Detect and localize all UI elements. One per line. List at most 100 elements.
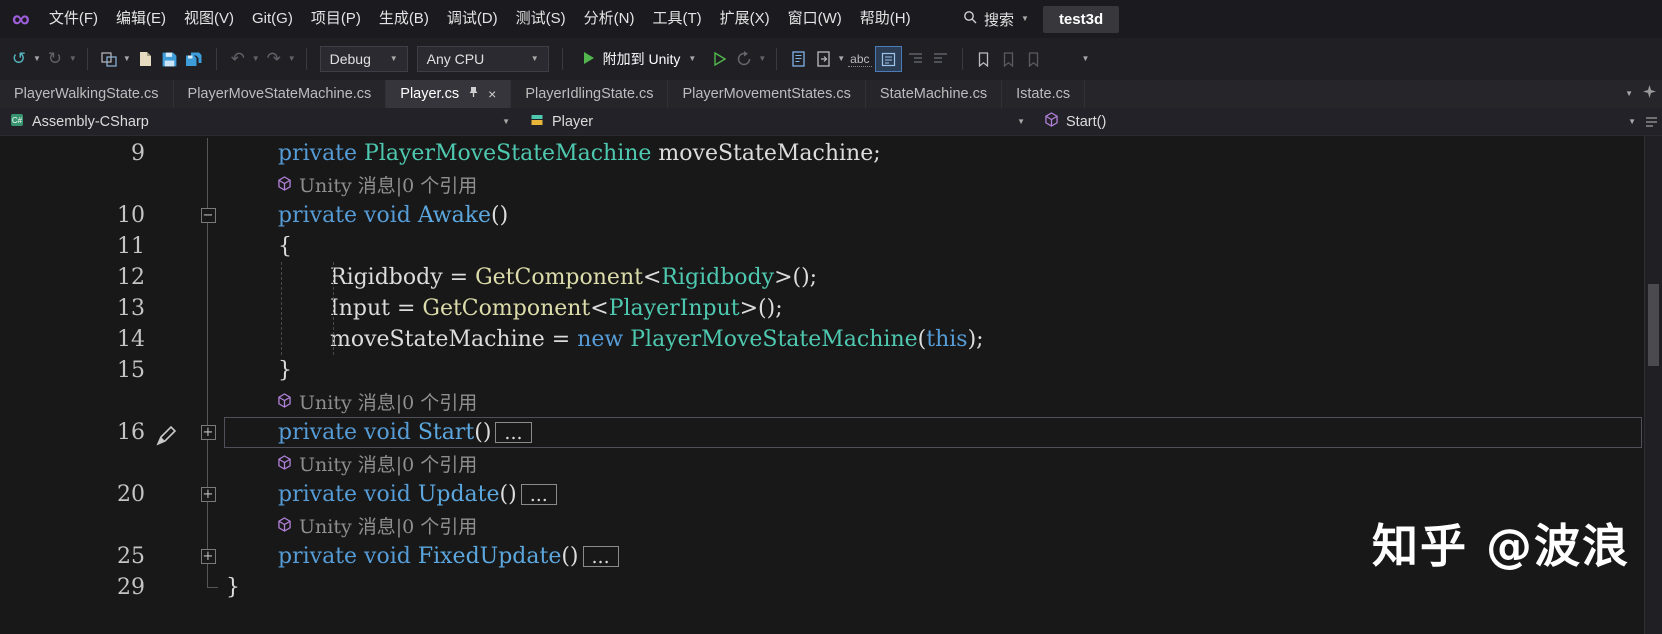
document-list-chevron-icon[interactable]: ▼ [1625, 90, 1633, 98]
sync-with-active-document-icon[interactable] [812, 51, 834, 67]
token: ); [967, 327, 984, 352]
expand-button[interactable]: + [200, 549, 216, 564]
abc-icon[interactable]: abc [848, 52, 872, 67]
toggle-whitespace-button[interactable] [874, 46, 902, 72]
collapsed-region[interactable]: ... [582, 546, 619, 567]
tab-playerwalkingstate-cs[interactable]: PlayerWalkingState.cs [0, 80, 174, 108]
undo-icon[interactable]: ↶ [227, 49, 249, 69]
solution-name-button[interactable]: test3d [1042, 5, 1120, 33]
code-row: 9 private PlayerMoveStateMachine moveStat… [0, 138, 1644, 169]
chevron-down-icon: ▼ [1628, 116, 1636, 126]
csharp-project-icon: C# [10, 113, 24, 131]
member-dropdown[interactable]: Start() ▼ [1035, 108, 1662, 135]
navigation-bar: C# Assembly-CSharp ▼ Player ▼ Start() ▼ [0, 108, 1662, 136]
code-row: 12 Rigidbody = GetComponent < Rigidbody >(); [0, 262, 1644, 293]
save-icon[interactable] [159, 51, 181, 68]
search-box[interactable]: 搜索 ▼ [963, 9, 1029, 30]
menu-item[interactable]: 生成(B) [370, 0, 438, 38]
codelens-label[interactable]: Unity 消息|0 个引用 [299, 512, 477, 539]
token: Start [417, 420, 475, 445]
tab-playermovementstates-cs[interactable]: PlayerMovementStates.cs [668, 80, 866, 108]
vertical-scrollbar[interactable] [1644, 136, 1662, 634]
expand-button[interactable]: + [200, 425, 216, 440]
platform-dropdown[interactable]: Any CPU ▼ [416, 46, 549, 72]
menu-item[interactable]: 文件(F) [40, 0, 107, 38]
redo-icon[interactable]: ↷ [263, 49, 285, 69]
menu-items: 文件(F) 编辑(E) 视图(V) Git(G) 项目(P) 生成(B) 调试(D) 测试(S… [40, 0, 920, 38]
type-dropdown[interactable]: Player ▼ [520, 108, 1035, 135]
tab-player-cs[interactable]: Player.cs × [386, 80, 512, 108]
menu-item[interactable]: Git(G) [243, 0, 302, 38]
menu-item[interactable]: 工具(T) [643, 0, 710, 38]
line-number: 16 [0, 420, 190, 446]
collapsed-region[interactable]: ... [495, 422, 532, 443]
save-all-icon[interactable] [184, 51, 206, 68]
close-icon[interactable]: × [488, 87, 496, 101]
token: GetComponent [475, 265, 643, 290]
codelens-label[interactable]: Unity 消息|0 个引用 [299, 171, 477, 198]
project-dropdown[interactable]: C# Assembly-CSharp ▼ [0, 108, 520, 135]
navigate-back-icon[interactable]: ↺ [8, 49, 30, 69]
menu-item[interactable]: 帮助(H) [851, 0, 920, 38]
class-icon [530, 113, 544, 131]
new-file-icon[interactable] [134, 51, 156, 67]
navigate-back-chevron-icon[interactable]: ▼ [33, 55, 41, 63]
token: >(); [774, 265, 818, 290]
tab-statemachine-cs[interactable]: StateMachine.cs [866, 80, 1003, 108]
expand-button[interactable]: + [200, 487, 216, 502]
collapsed-region[interactable]: ... [520, 484, 557, 505]
search-icon [963, 10, 977, 28]
token: Rigidbody = [330, 265, 476, 290]
menu-item[interactable]: 编辑(E) [107, 0, 175, 38]
tab-istate-cs[interactable]: Istate.cs [1002, 80, 1086, 108]
menu-item[interactable]: 调试(D) [438, 0, 507, 38]
tab-playeridlingstate-cs[interactable]: PlayerIdlingState.cs [511, 80, 669, 108]
code-text: Rigidbody = GetComponent < Rigidbody >(); [226, 265, 1644, 290]
codelens-label[interactable]: Unity 消息|0 个引用 [299, 450, 477, 477]
indent-increase-icon[interactable] [930, 52, 952, 66]
token: private [278, 420, 365, 445]
start-without-debugging-icon[interactable] [708, 52, 730, 66]
new-window-chevron-icon[interactable]: ▼ [123, 55, 131, 63]
redo-chevron-icon[interactable]: ▼ [288, 55, 296, 63]
menu-item[interactable]: 测试(S) [507, 0, 575, 38]
hot-reload-chevron-icon[interactable]: ▼ [758, 55, 766, 63]
menu-item[interactable]: 项目(P) [302, 0, 370, 38]
toolbox-icon[interactable] [1643, 85, 1656, 103]
document-outline-icon[interactable] [787, 51, 809, 67]
menu-item[interactable]: 视图(V) [175, 0, 243, 38]
indent-guide [333, 262, 334, 355]
navbar-right-icon[interactable] [1645, 108, 1658, 135]
toolbar-overflow-icon[interactable]: ▼ [1082, 55, 1090, 63]
scrollbar-thumb[interactable] [1648, 284, 1659, 366]
menu-item[interactable]: 分析(N) [575, 0, 644, 38]
attach-to-unity-button[interactable]: 附加到 Unity ▼ [573, 49, 706, 69]
navigate-forward-icon[interactable]: ↻ [44, 49, 66, 69]
method-icon [1045, 112, 1058, 131]
collapse-button[interactable]: − [200, 208, 216, 223]
navigate-forward-chevron-icon[interactable]: ▼ [69, 55, 77, 63]
tab-playermovestatemachine-cs[interactable]: PlayerMoveStateMachine.cs [174, 80, 387, 108]
pin-icon[interactable] [468, 86, 479, 102]
type-name: Player [552, 113, 594, 130]
sync-chevron-icon[interactable]: ▼ [837, 55, 845, 63]
fold-margin [190, 510, 226, 541]
next-bookmark-icon[interactable] [1023, 51, 1045, 67]
chevron-down-icon[interactable]: ▼ [1021, 15, 1029, 23]
menu-item[interactable]: 扩展(X) [711, 0, 779, 38]
undo-chevron-icon[interactable]: ▼ [252, 55, 260, 63]
previous-bookmark-icon[interactable] [998, 51, 1020, 67]
chevron-down-icon: ▼ [688, 54, 697, 63]
token: GetComponent [422, 296, 591, 321]
menu-item[interactable]: 窗口(W) [779, 0, 851, 38]
codelens-label[interactable]: Unity 消息|0 个引用 [299, 388, 477, 415]
configuration-dropdown[interactable]: Debug ▼ [319, 46, 408, 72]
new-window-icon[interactable] [98, 51, 120, 67]
indent-decrease-icon[interactable] [905, 52, 927, 66]
hot-reload-icon[interactable] [733, 51, 755, 67]
fold-margin [190, 262, 226, 293]
token: private [278, 544, 365, 569]
bookmark-icon[interactable] [973, 51, 995, 67]
chevron-down-icon: ▼ [530, 54, 539, 63]
visual-studio-logo-icon: ∞ [12, 5, 30, 33]
